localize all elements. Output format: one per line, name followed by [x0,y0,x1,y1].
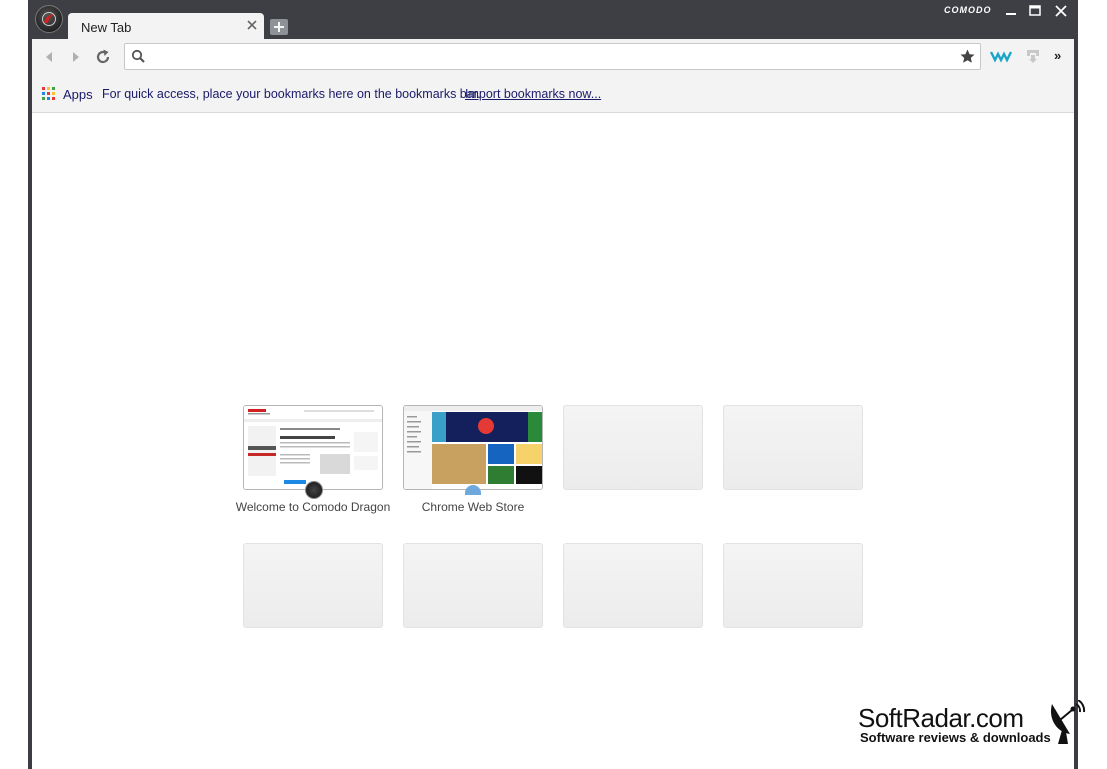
minimize-icon[interactable] [1002,4,1020,18]
omnibox[interactable] [124,43,981,70]
tile-label: Welcome to Comodo Dragon [235,500,391,514]
tab-new-tab[interactable]: New Tab [68,13,264,40]
comodo-dragon-logo-icon[interactable] [35,5,63,33]
toolbar: » [32,39,1074,75]
download-icon[interactable] [1024,47,1042,65]
tile-label: Chrome Web Store [421,500,525,514]
most-visited-tile-empty[interactable] [563,405,703,490]
web-store-thumbnail [404,406,542,489]
close-tab-icon[interactable] [246,19,258,31]
most-visited-tile-empty[interactable] [403,543,543,628]
reload-icon[interactable] [94,48,112,66]
new-tab-button[interactable] [270,19,288,35]
most-visited-tile-empty[interactable] [243,543,383,628]
comodo-dragon-favicon-icon [305,481,323,499]
satellite-dish-icon [1050,700,1086,744]
close-window-icon[interactable] [1052,4,1070,18]
bookmarks-bar: Apps For quick access, place your bookma… [32,75,1074,113]
brand-label: COMODO [944,5,992,15]
most-visited-tile-empty[interactable] [723,543,863,628]
comodo-thumbnail [244,406,382,489]
tab-title: New Tab [81,20,132,35]
most-visited-tile-comodo[interactable] [243,405,383,490]
maximize-icon[interactable] [1026,4,1044,18]
chevron-more-icon[interactable]: » [1054,48,1061,63]
watermark-subtitle: Software reviews & downloads [860,730,1051,745]
forward-icon[interactable] [67,48,85,66]
search-icon [131,49,145,63]
most-visited-tile-chrome-web-store[interactable] [403,405,543,490]
browser-window: New Tab COMODO » Apps For quick access, … [28,0,1078,769]
title-bar: New Tab COMODO [28,0,1078,40]
import-bookmarks-link[interactable]: Import bookmarks now... [465,87,601,101]
bookmarks-hint: For quick access, place your bookmarks h… [102,87,481,101]
back-icon[interactable] [40,48,58,66]
most-visited-tile-empty[interactable] [723,405,863,490]
chrome-web-store-favicon-icon [465,485,481,495]
address-input[interactable] [151,47,955,68]
apps-link[interactable]: Apps [63,87,93,102]
extension-wave-icon[interactable] [990,49,1012,63]
new-tab-page: Welcome to Comodo Dragon Chrome Web Stor… [32,113,1074,769]
apps-grid-icon[interactable] [42,87,56,101]
most-visited-tile-empty[interactable] [563,543,703,628]
bookmark-star-icon[interactable] [959,48,976,65]
